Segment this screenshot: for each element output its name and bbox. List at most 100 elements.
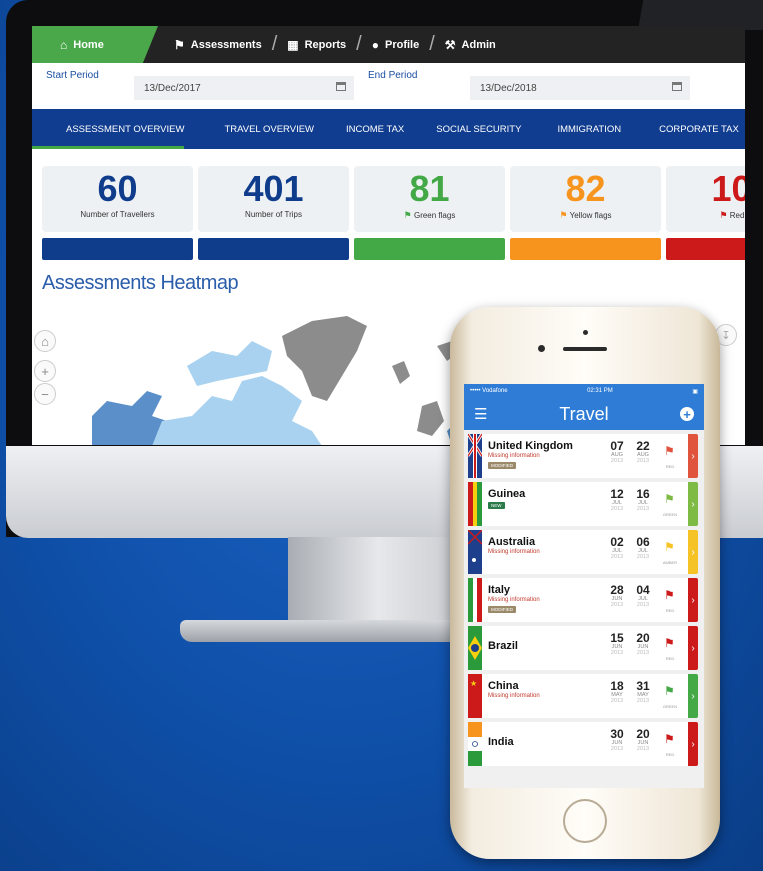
start-year: 2013 xyxy=(610,554,624,560)
end-period-label: End Period xyxy=(368,70,418,81)
calendar-icon[interactable] xyxy=(672,82,682,91)
phone-status-bar: ••••• Vodafone 02:31 PM ▣ xyxy=(464,384,704,398)
chevron-right-icon[interactable]: › xyxy=(688,578,698,622)
tab-corporate-tax[interactable]: CORPORATE TAX xyxy=(659,124,745,135)
start-year: 2013 xyxy=(610,650,624,656)
flag-icon: ⚑ xyxy=(174,37,185,52)
country-flag-icon xyxy=(468,530,482,574)
clock-label: 02:31 PM xyxy=(587,388,613,394)
start-year: 2013 xyxy=(610,698,624,704)
country-flag-icon xyxy=(468,434,482,478)
nav-reports[interactable]: ▦ Reports xyxy=(287,38,346,52)
start-year: 2013 xyxy=(610,602,624,608)
start-period-label: Start Period xyxy=(46,70,99,81)
app-header: ☰ Travel + xyxy=(464,398,704,430)
red-flags-count: 100 xyxy=(711,168,745,209)
trip-row[interactable]: India 30 JUN 2013 20 JUN 2013 ⚑ RED › xyxy=(468,722,698,766)
nav-admin[interactable]: ⚒ Admin xyxy=(445,38,496,52)
start-day: 07 xyxy=(610,439,624,453)
country-flag-icon xyxy=(468,578,482,622)
trip-row[interactable]: ★ China Missing information 18 MAY 2013 31 MAY 2… xyxy=(468,674,698,718)
end-period-input[interactable]: 13/Dec/2018 xyxy=(470,76,690,100)
trip-end-date: 20 JUN 2013 xyxy=(632,632,654,656)
top-navigation: ⌂ Home ⚑ Assessments / ▦ Reports / ● Pro… xyxy=(32,26,745,63)
tab-assessment-overview[interactable]: ASSESSMENT OVERVIEW xyxy=(32,124,224,135)
trip-country: United Kingdom xyxy=(488,440,573,452)
map-home-button[interactable]: ⌂ xyxy=(34,330,56,352)
red-flags-card[interactable]: 100 ⚑ Red flags xyxy=(666,166,745,232)
trip-country: India xyxy=(488,736,514,748)
start-day: 28 xyxy=(610,583,624,597)
trip-row[interactable]: United Kingdom Missing information MODIFIE… xyxy=(468,434,698,478)
trip-row[interactable]: Brazil 15 JUN 2013 20 JUN 2013 ⚑ RED › xyxy=(468,626,698,670)
chevron-right-icon[interactable]: › xyxy=(688,530,698,574)
tab-travel-overview[interactable]: TRAVEL OVERVIEW xyxy=(224,124,346,135)
map-region-greenland[interactable] xyxy=(282,316,367,401)
end-day: 16 xyxy=(636,487,650,501)
trip-note: Missing information xyxy=(488,549,540,555)
green-flag-icon: ⚑ xyxy=(403,210,412,220)
overview-tabs: ASSESSMENT OVERVIEW TRAVEL OVERVIEW INCO… xyxy=(32,109,745,149)
calendar-icon[interactable] xyxy=(336,82,346,91)
chevron-right-icon[interactable]: › xyxy=(688,722,698,766)
trip-start-date: 02 JUL 2013 xyxy=(606,536,628,560)
yellow-flags-caption: ⚑ Yellow flags xyxy=(510,210,661,221)
end-year: 2013 xyxy=(636,650,650,656)
tab-immigration[interactable]: IMMIGRATION xyxy=(557,124,659,135)
start-period-input[interactable]: 13/Dec/2017 xyxy=(134,76,354,100)
map-region-iceland[interactable] xyxy=(392,361,410,384)
chevron-right-icon[interactable]: › xyxy=(688,434,698,478)
chevron-right-icon[interactable]: › xyxy=(688,626,698,670)
red-flags-caption: ⚑ Red flags xyxy=(666,210,745,221)
nav-assessments-label: Assessments xyxy=(190,38,262,51)
map-region-canada[interactable] xyxy=(152,376,322,445)
status-flag-icon: ⚑ xyxy=(664,636,675,650)
map-region-uk[interactable] xyxy=(417,401,444,436)
start-day: 15 xyxy=(610,631,624,645)
trip-row[interactable]: Australia Missing information 02 JUL 2013 06 J… xyxy=(468,530,698,574)
trip-status-label: RED xyxy=(665,608,675,613)
end-day: 20 xyxy=(636,631,650,645)
trip-status-label: RED xyxy=(665,752,675,757)
trips-count: 401 xyxy=(243,168,304,209)
yellow-flags-card[interactable]: 82 ⚑ Yellow flags xyxy=(510,166,661,232)
yellow-flags-bar xyxy=(510,238,661,260)
tab-social-security[interactable]: SOCIAL SECURITY xyxy=(436,124,557,135)
yellow-flags-count: 82 xyxy=(565,168,606,209)
end-year: 2013 xyxy=(636,554,650,560)
nav-profile[interactable]: ● Profile xyxy=(372,38,419,52)
trip-status-label: AMBER xyxy=(662,560,678,565)
map-zoom-in-button[interactable]: + xyxy=(34,360,56,382)
active-tab-indicator xyxy=(32,146,184,149)
trip-row[interactable]: Italy Missing information MODIFIED 28 JUN 201… xyxy=(468,578,698,622)
nav-assessments[interactable]: ⚑ Assessments xyxy=(174,38,262,52)
end-year: 2013 xyxy=(636,506,650,512)
country-flag-icon xyxy=(468,482,482,526)
travellers-count: 60 xyxy=(97,168,138,209)
start-day: 02 xyxy=(610,535,624,549)
red-flags-bar xyxy=(666,238,745,260)
tab-income-tax[interactable]: INCOME TAX xyxy=(346,124,436,135)
trips-card[interactable]: 401 Number of Trips xyxy=(198,166,349,232)
trip-note: Missing information xyxy=(488,597,540,603)
trip-status-badge: NEW xyxy=(488,502,505,509)
green-flags-card[interactable]: 81 ⚑ Green flags xyxy=(354,166,505,232)
end-day: 20 xyxy=(636,727,650,741)
yellow-flag-icon: ⚑ xyxy=(559,210,568,220)
nav-admin-label: Admin xyxy=(461,38,496,51)
end-day: 06 xyxy=(636,535,650,549)
phone-home-button[interactable] xyxy=(563,799,607,843)
travellers-card[interactable]: 60 Number of Travellers xyxy=(42,166,193,232)
app-title: Travel xyxy=(559,403,609,424)
map-zoom-out-button[interactable]: − xyxy=(34,383,56,405)
trip-start-date: 07 AUG 2013 xyxy=(606,440,628,464)
trip-row[interactable]: Guinea NEW 12 JUL 2013 16 JUL 2013 ⚑ GREEN › xyxy=(468,482,698,526)
home-icon: ⌂ xyxy=(60,37,68,52)
chevron-right-icon[interactable]: › xyxy=(688,482,698,526)
country-flag-icon: ★ xyxy=(468,674,482,718)
carrier-label: ••••• Vodafone xyxy=(470,388,508,394)
nav-home[interactable]: ⌂ Home xyxy=(32,26,158,63)
chevron-right-icon[interactable]: › xyxy=(688,674,698,718)
end-year: 2013 xyxy=(636,746,650,752)
heatmap-map[interactable] xyxy=(92,306,512,445)
